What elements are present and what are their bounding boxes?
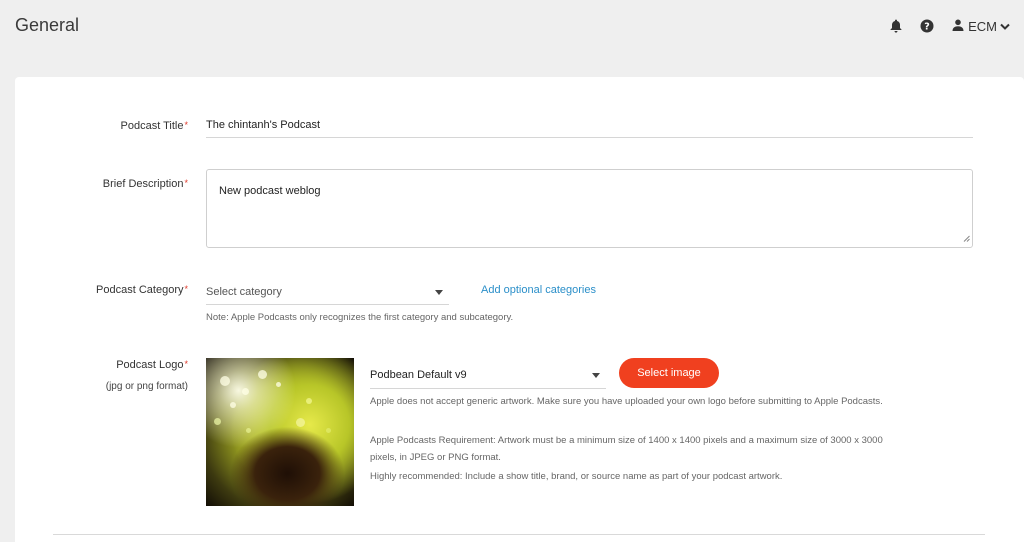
- caret-down-icon: [435, 290, 443, 295]
- artwork-select-value: Podbean Default v9: [370, 369, 467, 381]
- podcast-logo-label: Podcast Logo*: [116, 359, 188, 371]
- user-label: ECM: [968, 18, 997, 34]
- chevron-down-icon: [1000, 19, 1010, 34]
- logo-format-hint: (jpg or png format): [105, 381, 188, 392]
- podcast-category-value: Select category: [206, 286, 282, 298]
- user-menu[interactable]: ECM: [952, 19, 1010, 34]
- caret-down-icon: [592, 373, 600, 378]
- brief-description-textarea[interactable]: New podcast weblog: [206, 169, 973, 248]
- general-settings-card: Podcast Title* Brief Description* New po…: [15, 77, 1024, 542]
- bell-icon[interactable]: [890, 19, 902, 33]
- brief-description-label: Brief Description*: [102, 178, 188, 190]
- page-title: General: [15, 15, 80, 35]
- svg-text:?: ?: [924, 22, 930, 33]
- help-icon[interactable]: ?: [920, 19, 934, 33]
- podcast-title-label: Podcast Title*: [120, 120, 189, 132]
- brief-description-value: New podcast weblog: [219, 185, 321, 197]
- podcast-logo-preview: [206, 358, 354, 506]
- logo-note-recommendation: Highly recommended: Include a show title…: [370, 471, 783, 482]
- resize-grip-icon[interactable]: [963, 233, 970, 245]
- top-bar: General ? ECM: [0, 0, 1024, 72]
- logo-note-requirements: Apple Podcasts Requirement: Artwork must…: [370, 435, 883, 463]
- artwork-select[interactable]: Podbean Default v9: [370, 369, 606, 389]
- podcast-category-select[interactable]: Select category: [206, 286, 449, 305]
- section-divider: [53, 534, 985, 535]
- category-note: Note: Apple Podcasts only recognizes the…: [206, 312, 514, 323]
- user-icon: [952, 19, 964, 34]
- podcast-title-input[interactable]: [206, 116, 973, 138]
- top-actions: ? ECM: [890, 17, 1010, 35]
- podcast-category-label: Podcast Category*: [96, 284, 188, 296]
- select-image-button[interactable]: Select image: [619, 358, 719, 388]
- logo-note-generic-artwork: Apple does not accept generic artwork. M…: [370, 396, 883, 407]
- add-optional-categories-link[interactable]: Add optional categories: [481, 284, 596, 296]
